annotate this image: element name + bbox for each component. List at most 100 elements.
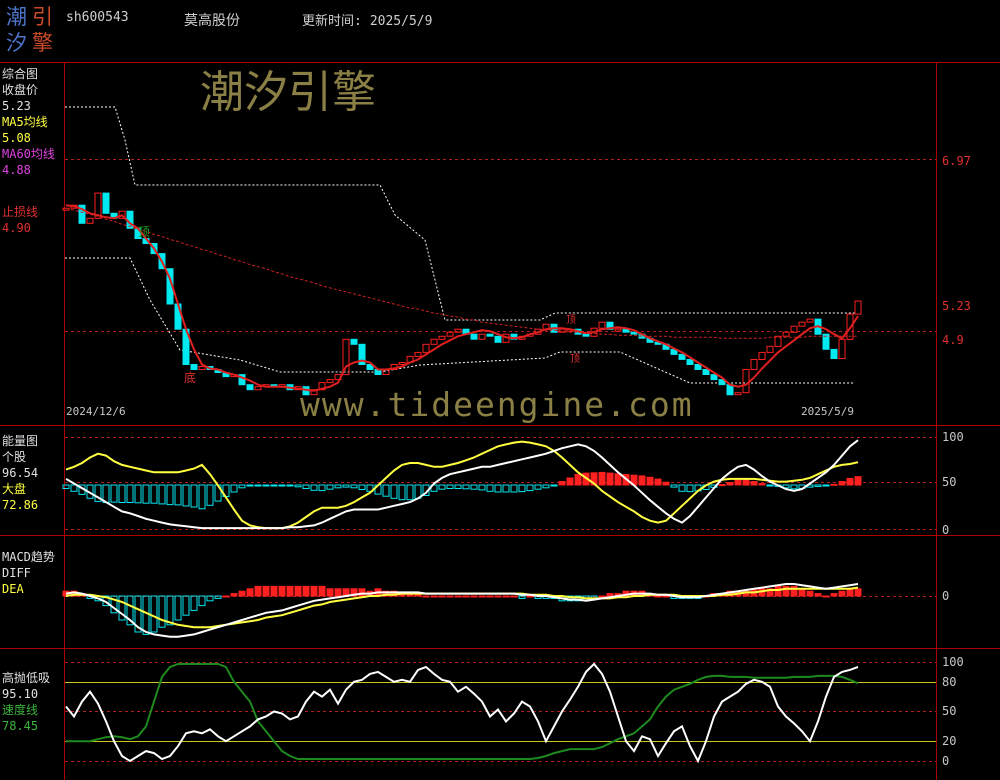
macd-bar [806,590,814,597]
energy-bar [606,472,614,486]
energy-bar [262,484,270,487]
candlesticks [62,192,862,396]
macd-bar [510,595,518,598]
energy-bar [238,484,246,489]
macd-bar [174,595,182,621]
axis-label: 5.23 [942,299,971,313]
energy-bar [358,484,366,490]
candle [702,369,710,375]
energy-bar [470,484,478,490]
date-start: 2024/12/6 [66,405,126,418]
energy-bar [398,484,406,501]
macd-bar [830,593,838,597]
macd-bar [190,595,198,611]
ma5-label: MA5均线 [2,115,48,129]
energy-bar [182,484,190,507]
energy-bar [526,484,534,492]
top-marker: 顶 [138,225,150,239]
macd-lines [65,583,859,638]
candle [102,192,110,214]
energy-bar [230,484,238,493]
candle [782,331,790,337]
macd-bar [238,590,246,597]
axis-label: 6.97 [942,154,971,168]
energy-bar [206,484,214,506]
stop-value: 4.90 [2,221,31,235]
energy-bar [670,484,678,488]
energy-bar [174,484,182,506]
ma60-line [65,207,858,339]
macd-bar [326,588,334,597]
energy-legend: 能量图 个股 96.54 大盘 72.86 [2,433,38,513]
candle [806,318,814,323]
energy-bar [678,484,686,492]
macd-bar [798,588,806,597]
candle [422,343,430,353]
axis-label: 0 [942,754,949,768]
axis-label: 0 [942,523,949,537]
tide-value: 95.10 [2,687,39,701]
macd-bar [462,595,470,598]
macd-bar [166,595,174,626]
macd-bar [318,585,326,597]
macd-bar [526,595,534,598]
energy-bar [318,484,326,492]
macd-bar [774,585,782,597]
axis-label: 50 [942,475,956,489]
candle [758,351,766,360]
macd-bar [438,595,446,598]
energy-bar [302,484,310,489]
macd-bar [494,595,502,598]
energy-bar [542,484,550,489]
top-marker: 顶 [566,314,576,326]
macd-bar [606,593,614,597]
tide-legend: 高抛低吸 95.10 速度线 78.45 [2,670,50,734]
candle [478,333,486,340]
energy-bar [814,484,822,487]
speed-label: 速度线 [2,703,39,717]
candle [734,392,742,396]
axis-label: 0 [942,589,949,603]
energy-bar [550,484,558,487]
macd-bar [454,595,462,598]
energy-bar [654,478,662,486]
candle [766,345,774,353]
macd-bar [470,595,478,598]
energy-bar [334,484,342,489]
candle [486,333,494,337]
macd-bar [822,595,830,598]
energy-bar [406,484,414,501]
energy-bar [574,474,582,486]
axis-label: 4.9 [942,333,964,347]
candle [86,217,94,224]
energy-bar [614,473,622,486]
tide-lines [65,662,859,764]
energy-bar [270,484,278,487]
axis-label: 100 [942,655,964,669]
macd-bar [142,595,150,635]
energy-bar [486,484,494,492]
macd-bar [422,595,430,598]
energy-bar [646,476,654,486]
energy-bar [566,477,574,486]
macd-bar [814,593,822,597]
energy-bar [734,479,742,486]
brand-watermark: 潮汐引擎 [200,67,376,118]
candle [598,321,606,329]
macd-bar [598,595,606,598]
macd-bar [230,593,238,597]
right-axis: 6.97 5.23 4.9 100 50 0 0 100 80 50 20 0 [942,154,971,768]
macd-bar [486,595,494,598]
energy-bar [502,484,510,493]
macd-bar [254,585,262,597]
macd-bar [502,595,510,598]
candle [470,333,478,340]
candle [446,331,454,337]
energy-bar [62,484,70,489]
energy-bar [118,484,126,503]
macd-bar [198,595,206,607]
axis-label: 100 [942,430,964,444]
energy-bar [142,484,150,504]
candle [838,338,846,359]
energy-bar [838,481,846,486]
